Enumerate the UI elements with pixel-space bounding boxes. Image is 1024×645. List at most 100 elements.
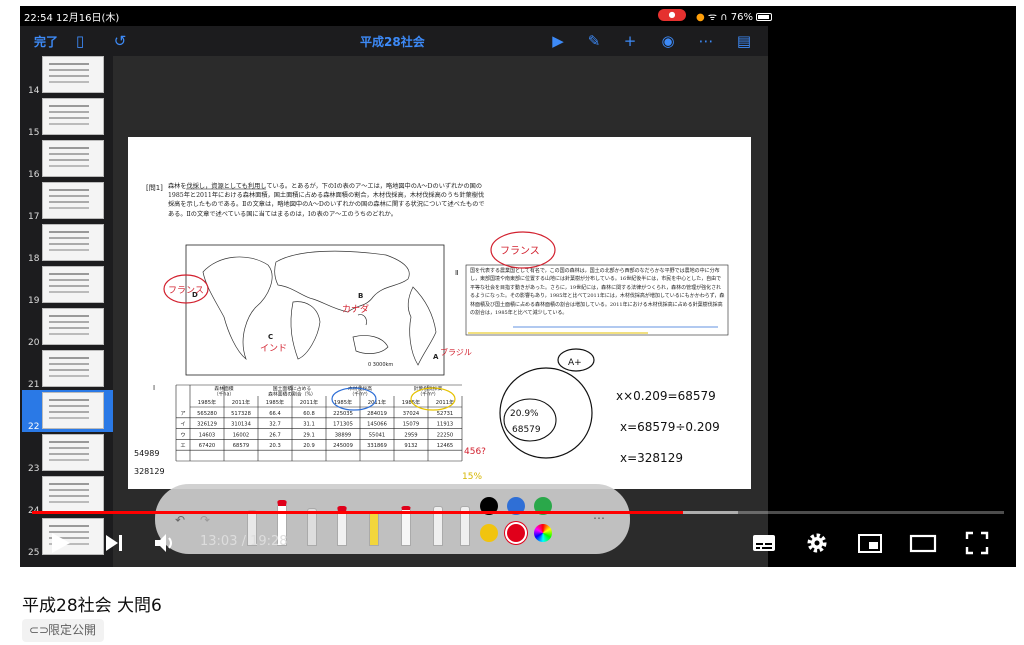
sidebar-toggle-icon[interactable]: ▯ [70, 31, 90, 51]
thumbnail-image [42, 140, 104, 177]
thumbnail-page-19[interactable]: 19 [22, 264, 113, 306]
note-eq1: x×0.209=68579 [616, 389, 716, 403]
note-canada: カナダ [342, 303, 369, 315]
table-cell: 310134 [231, 422, 252, 428]
table-cell: 29.1 [303, 432, 315, 438]
player-controls: 13:03 / 19:28 [20, 519, 1016, 567]
played-bar [32, 511, 684, 514]
table-cell: 31.1 [303, 422, 315, 428]
table-header: 森林面積の割合（%） [268, 391, 316, 398]
fullscreen-icon[interactable] [963, 529, 991, 557]
visibility-badge: ⊂⊃ 限定公開 [22, 619, 105, 642]
thumbnail-page-16[interactable]: 16 [22, 138, 113, 180]
thumbnail-image [42, 392, 104, 429]
year-header: 1985年 [266, 398, 284, 406]
thumbnail-image [42, 434, 104, 471]
volume-icon[interactable] [152, 529, 178, 557]
next-icon[interactable] [102, 529, 126, 557]
thumbnail-page-15[interactable]: 15 [22, 96, 113, 138]
year-header: 1985年 [198, 398, 216, 406]
document-title: 平成28社会 [360, 35, 425, 49]
map-label-a: A [433, 353, 439, 361]
thumbnail-image [42, 266, 104, 303]
battery-percent: 76% [730, 12, 753, 23]
document-page: [問1] 森林を伐採し，資源としても利用している。とあるが，下のⅠの表のア～エは… [128, 137, 751, 489]
pen-tool-icon[interactable]: ✎ [584, 31, 604, 51]
play-presentation-icon[interactable]: ▶ [548, 31, 568, 51]
thumbnail-image [42, 224, 104, 261]
miniplayer-icon[interactable] [856, 529, 884, 557]
subtitles-icon[interactable] [750, 529, 778, 557]
undo-history-icon[interactable]: ↺ [110, 31, 130, 51]
table-cell: 22250 [437, 432, 454, 438]
thumbnail-page-24[interactable]: 24 [22, 474, 113, 516]
thumbnail-page-17[interactable]: 17 [22, 180, 113, 222]
table-cell: 284019 [367, 411, 387, 417]
video-player[interactable]: 22:54 12月16日(木) ● ● ᯤ ∩ 76% 完了 ▯ ↺ 平成28社… [20, 6, 1016, 567]
theater-mode-icon[interactable] [908, 529, 938, 557]
app-toolbar: 完了 ▯ ↺ 平成28社会 ▶ ✎ + ◉ ⋯ ▤ [20, 26, 768, 56]
row-label: ウ [180, 430, 185, 438]
table-cell: 565280 [197, 411, 217, 417]
thumbnail-page-22[interactable]: 22 [22, 390, 113, 432]
note-oval-val: 68579 [512, 425, 541, 435]
thumbnail-number: 18 [28, 254, 40, 264]
video-title: 平成28社会 大問6 [22, 596, 162, 616]
thumbnail-image [42, 182, 104, 219]
thumbnail-number: 14 [28, 86, 40, 96]
table-header: 森林面積 [214, 385, 233, 392]
table-label: Ⅰ [153, 384, 155, 392]
thumbnail-number: 20 [28, 338, 40, 348]
thumbnail-number: 19 [28, 296, 40, 306]
table-cell: 11913 [437, 422, 454, 428]
note-brazil: ブラジル [440, 347, 472, 357]
thumbnail-number: 22 [28, 422, 40, 432]
thumbnail-number: 15 [28, 128, 40, 138]
table-cell: 37024 [403, 411, 420, 417]
progress-bar[interactable] [32, 511, 1004, 514]
map-scale: 0 3000km [368, 362, 393, 368]
document-content: [問1] 森林を伐採し，資源としても利用している。とあるが，下のⅠの表のア～エは… [134, 183, 729, 482]
settings-gear-icon[interactable] [803, 529, 831, 557]
note-eq2: x=68579÷0.209 [620, 420, 720, 434]
table-cell: 225035 [333, 411, 353, 417]
recording-indicator: ● [658, 9, 686, 21]
table-cell: 20.3 [269, 443, 281, 449]
thumbnail-page-20[interactable]: 20 [22, 306, 113, 348]
question-label: [問1] [146, 184, 163, 192]
data-table: 森林面積（千ha）国土面積に占める森林面積の割合（%）木材伐採高（千m³）針葉樹… [175, 384, 463, 462]
thumbnail-number: 16 [28, 170, 40, 180]
table-cell: 2959 [404, 432, 417, 438]
thumbnail-number: 17 [28, 212, 40, 222]
note-france-top: フランス [500, 245, 540, 257]
thumbnail-page-14[interactable]: 14 [22, 54, 113, 96]
add-icon[interactable]: + [620, 31, 640, 51]
thumbnail-number: 23 [28, 464, 40, 474]
play-icon[interactable] [48, 529, 72, 557]
done-button[interactable]: 完了 [34, 33, 58, 50]
table-header: （千m³） [350, 391, 371, 398]
note-eq3: x=328129 [620, 451, 683, 465]
thumbnail-image [42, 350, 104, 387]
table-cell: 38899 [335, 432, 352, 438]
map-label-b: B [358, 292, 363, 300]
page-thumbnails: 141516171819202122232425 [20, 56, 113, 567]
table-cell: 14603 [199, 432, 216, 438]
map-label-c: C [268, 333, 273, 341]
note-india: インド [260, 344, 287, 354]
year-header: 2011年 [368, 398, 386, 406]
link-icon: ⊂⊃ [29, 623, 50, 637]
collaborate-icon[interactable]: ◉ [658, 31, 678, 51]
table-header: （千ha） [214, 391, 234, 398]
thumbnail-image [42, 56, 104, 93]
time-display: 13:03 / 19:28 [200, 534, 288, 549]
note-oval-pct: 20.9% [510, 409, 539, 419]
passage-label: Ⅱ [455, 269, 458, 277]
more-icon[interactable]: ⋯ [696, 31, 716, 51]
thumbnail-page-18[interactable]: 18 [22, 222, 113, 264]
thumbnail-page-23[interactable]: 23 [22, 432, 113, 474]
thumbnail-page-21[interactable]: 21 [22, 348, 113, 390]
status-time: 22:54 12月16日(木) [24, 13, 120, 24]
document-icon[interactable]: ▤ [734, 31, 754, 51]
year-header: 2011年 [300, 398, 318, 406]
